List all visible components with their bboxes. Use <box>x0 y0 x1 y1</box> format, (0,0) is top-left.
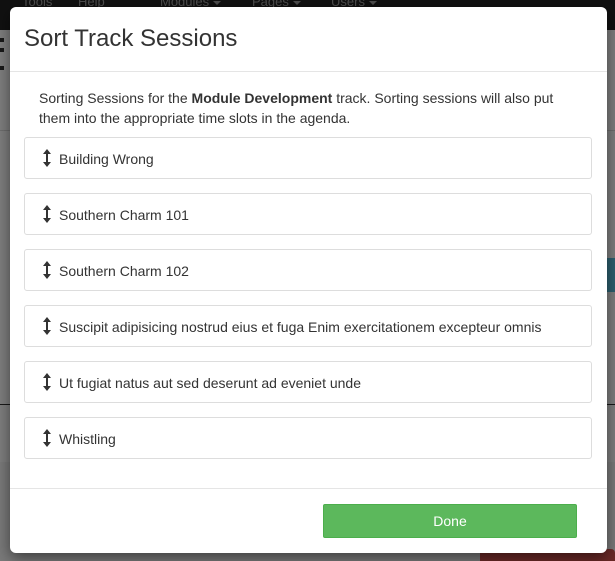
drag-vertical-arrows-icon[interactable] <box>42 373 52 391</box>
drag-vertical-arrows-icon[interactable] <box>42 205 52 223</box>
session-item[interactable]: Southern Charm 102 <box>24 249 592 291</box>
session-label: Suscipit adipisicing nostrud eius et fug… <box>59 319 542 335</box>
modal-body: Sorting Sessions for the Module Developm… <box>10 72 607 487</box>
session-label: Southern Charm 101 <box>59 207 189 223</box>
drag-vertical-arrows-icon[interactable] <box>42 429 52 447</box>
done-button[interactable]: Done <box>323 504 577 538</box>
session-label: Ut fugiat natus aut sed deserunt ad even… <box>59 375 361 391</box>
drag-vertical-arrows-icon[interactable] <box>42 149 52 167</box>
session-item[interactable]: Whistling <box>24 417 592 459</box>
modal-title: Sort Track Sessions <box>24 25 238 52</box>
track-name: Module Development <box>191 90 333 106</box>
session-label: Southern Charm 102 <box>59 263 189 279</box>
session-item[interactable]: Southern Charm 101 <box>24 193 592 235</box>
drag-vertical-arrows-icon[interactable] <box>42 261 52 279</box>
modal-header: Sort Track Sessions <box>10 7 607 72</box>
session-item[interactable]: Ut fugiat natus aut sed deserunt ad even… <box>24 361 592 403</box>
session-item[interactable]: Building Wrong <box>24 137 592 179</box>
session-sort-list: Building Wrong Southern Charm 101 Southe… <box>24 137 592 473</box>
drag-vertical-arrows-icon[interactable] <box>42 317 52 335</box>
session-item[interactable]: Suscipit adipisicing nostrud eius et fug… <box>24 305 592 347</box>
intro-text: Sorting Sessions for the Module Developm… <box>39 90 554 126</box>
session-label: Building Wrong <box>59 151 154 167</box>
modal-footer: Done <box>10 488 607 553</box>
session-label: Whistling <box>59 431 116 447</box>
sort-sessions-modal: Sort Track Sessions Sorting Sessions for… <box>10 7 607 553</box>
